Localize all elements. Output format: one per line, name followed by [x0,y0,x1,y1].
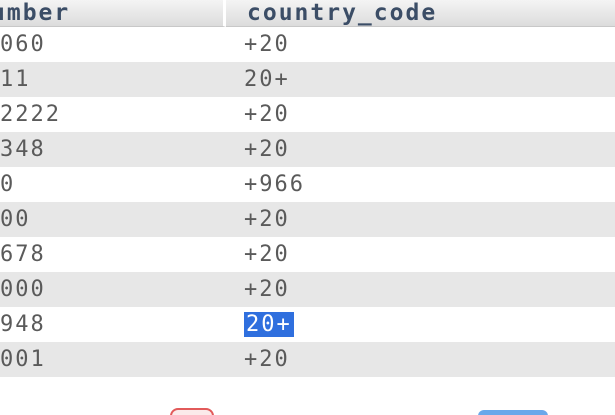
column-header-country-code[interactable]: country_code [226,0,615,27]
table-row[interactable]: 0 +966 [0,167,615,202]
table-row[interactable]: 060 +20 [0,27,615,62]
table-row[interactable]: 001 +20 [0,342,615,377]
cell-number[interactable]: 348 [0,132,226,167]
table-row[interactable]: 000 +20 [0,272,615,307]
selected-text-highlight[interactable]: 20+ [244,312,294,337]
cell-country-code[interactable]: +20 [226,237,615,272]
cell-country-code[interactable]: +20 [226,272,615,307]
partial-red-button[interactable] [170,408,214,415]
table-header-row: umber country_code [0,0,615,27]
cell-number[interactable]: 678 [0,237,226,272]
cell-country-code[interactable]: +966 [226,167,615,202]
results-table: umber country_code 060 +20 11 20+ 2222 +… [0,0,615,377]
cell-country-code[interactable]: +20 [226,27,615,62]
table-row[interactable]: 2222 +20 [0,97,615,132]
results-table-container: umber country_code 060 +20 11 20+ 2222 +… [0,0,615,392]
cell-country-code[interactable]: +20 [226,97,615,132]
cell-number[interactable]: 001 [0,342,226,377]
cell-number[interactable]: 060 [0,27,226,62]
table-row[interactable]: 00 +20 [0,202,615,237]
cell-number[interactable]: 948 [0,307,226,342]
cell-number[interactable]: 0 [0,167,226,202]
cell-number[interactable]: 11 [0,62,226,97]
table-row[interactable]: 11 20+ [0,62,615,97]
cell-country-code[interactable]: +20 [226,202,615,237]
table-row[interactable]: 678 +20 [0,237,615,272]
cell-country-code[interactable]: +20 [226,342,615,377]
table-row[interactable]: 948 20+ [0,307,615,342]
cell-country-code[interactable]: +20 [226,132,615,167]
partial-blue-button[interactable] [478,410,548,415]
table-row[interactable]: 348 +20 [0,132,615,167]
cell-number[interactable]: 2222 [0,97,226,132]
bottom-toolbar-strip [0,392,615,415]
cell-number[interactable]: 000 [0,272,226,307]
cell-country-code[interactable]: 20+ [226,62,615,97]
column-header-number[interactable]: umber [0,0,226,27]
cell-country-code-selected[interactable]: 20+ [226,307,615,342]
cell-number[interactable]: 00 [0,202,226,237]
